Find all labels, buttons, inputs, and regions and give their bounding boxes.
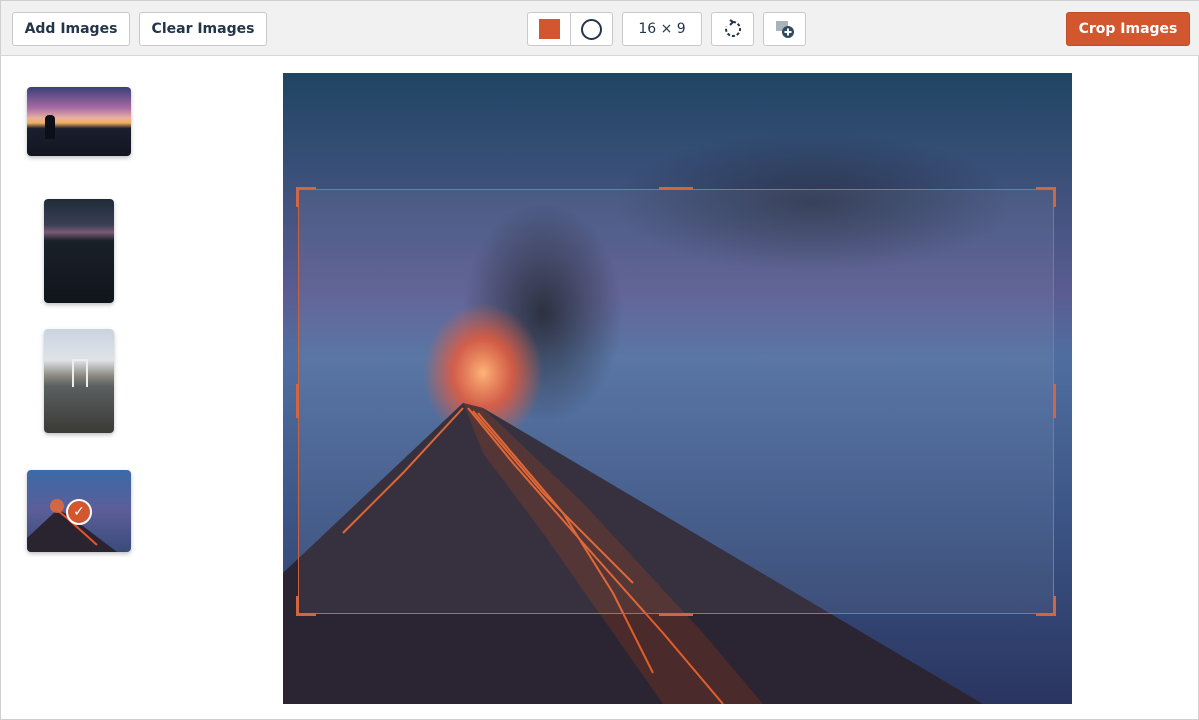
crop-handle-bottom-left[interactable]	[296, 613, 316, 616]
circle-shape-icon	[581, 18, 602, 40]
square-shape-icon	[538, 19, 560, 39]
clear-images-button[interactable]: Clear Images	[139, 12, 267, 46]
silhouette	[45, 115, 55, 139]
thumbnail-dusk-field[interactable]	[44, 199, 114, 303]
rotate-icon	[724, 19, 741, 37]
add-image-icon	[775, 21, 794, 38]
square-shape-button[interactable]	[527, 12, 571, 46]
crop-handle-top[interactable]	[659, 187, 693, 190]
aspect-ratio-button[interactable]: 16 × 9	[622, 12, 702, 46]
crop-handle-top-left[interactable]	[296, 187, 316, 190]
bridge-tower	[72, 359, 88, 387]
crop-handle-bottom-right-v[interactable]	[1053, 596, 1056, 616]
selected-check-icon: ✓	[66, 499, 92, 525]
crop-handle-bottom[interactable]	[659, 613, 693, 616]
circle-shape-button[interactable]	[570, 12, 613, 46]
thumbnail-volcano[interactable]: ✓	[27, 470, 131, 552]
crop-handle-right[interactable]	[1053, 384, 1056, 418]
crop-selection-box[interactable]	[298, 189, 1054, 614]
add-image-button[interactable]	[763, 12, 806, 46]
crop-handle-left[interactable]	[296, 384, 299, 418]
crop-images-button[interactable]: Crop Images	[1066, 12, 1190, 46]
crop-handle-top-right-v[interactable]	[1053, 187, 1056, 207]
crop-handle-bottom-left-v[interactable]	[296, 596, 299, 616]
rotate-button[interactable]	[711, 12, 754, 46]
toolbar: Add Images Clear Images 16 × 9 Crop Imag…	[1, 1, 1199, 56]
thumbnail-couple-sunset[interactable]	[27, 87, 131, 156]
thumbnail-bridge[interactable]	[44, 329, 114, 433]
crop-handle-top-left-v[interactable]	[296, 187, 299, 207]
add-images-button[interactable]: Add Images	[12, 12, 130, 46]
